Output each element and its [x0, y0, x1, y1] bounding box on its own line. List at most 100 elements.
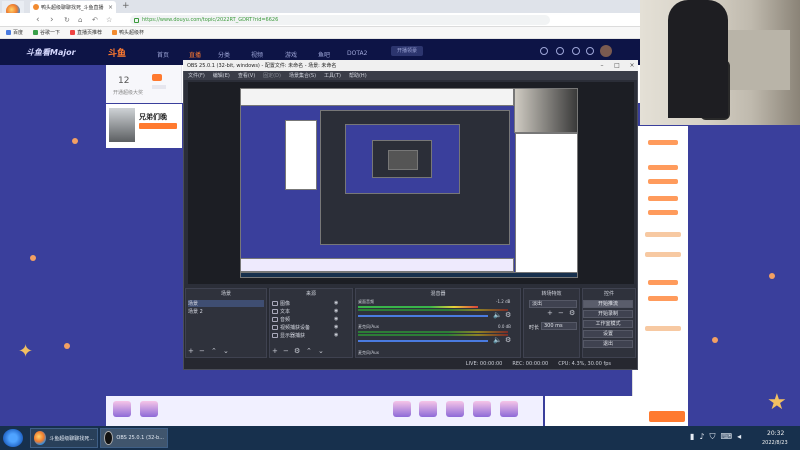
source-item[interactable]: 视频捕获设备: [272, 324, 310, 331]
menu-view[interactable]: 查看(V): [238, 72, 255, 79]
nav-category[interactable]: 分类: [218, 50, 230, 59]
menu-edit[interactable]: 编辑(E): [213, 72, 230, 79]
volume-slider[interactable]: [358, 340, 488, 342]
nav-yuba[interactable]: 鱼吧: [318, 50, 330, 59]
remove-scene-icon[interactable]: −: [199, 347, 205, 355]
taskbar-item-browser[interactable]: 斗鱼超级聊聊找死...: [30, 428, 98, 448]
nav-game[interactable]: 游戏: [285, 50, 297, 59]
url-field[interactable]: https://www.douyu.com/topic/2022RT_GDRT?…: [130, 15, 550, 25]
duration-input[interactable]: 300 ms: [541, 322, 577, 330]
douyu-logo[interactable]: 斗鱼看Major: [26, 47, 76, 58]
visibility-icon[interactable]: ◉: [334, 316, 338, 322]
network-icon[interactable]: ▮: [690, 432, 694, 442]
scene-item[interactable]: 场景: [188, 300, 264, 307]
close-tab-icon[interactable]: ×: [108, 4, 113, 11]
visibility-icon[interactable]: ◉: [334, 300, 338, 306]
volume-slider[interactable]: [358, 315, 488, 317]
add-transition-icon[interactable]: +: [547, 309, 553, 317]
star-icon[interactable]: ☆: [106, 14, 112, 26]
chat-row: [645, 252, 681, 257]
clock-date[interactable]: 2022/8/23: [762, 440, 788, 446]
menu-file[interactable]: 文件(F): [188, 72, 205, 79]
send-button[interactable]: [649, 411, 685, 422]
mixer-settings-icon[interactable]: ⚙: [505, 336, 511, 344]
scene-item[interactable]: 场景 2: [188, 308, 203, 315]
gift-icon[interactable]: [419, 401, 437, 417]
source-item[interactable]: 图像: [272, 300, 290, 307]
transition-select[interactable]: 淡出: [529, 300, 577, 308]
speaker-icon[interactable]: 🔈: [493, 311, 502, 319]
nav-dota2[interactable]: DOTA2: [347, 50, 367, 57]
taskbar-item-obs[interactable]: OBS 25.0.1 (32-b...: [100, 428, 168, 448]
move-up-icon[interactable]: ⌃: [306, 347, 312, 355]
remove-transition-icon[interactable]: −: [558, 309, 564, 317]
new-tab-button[interactable]: +: [122, 1, 132, 12]
gift-icon[interactable]: [500, 401, 518, 417]
source-item[interactable]: 音频: [272, 316, 290, 323]
source-item[interactable]: 显示器捕获: [272, 332, 305, 339]
studio-mode-button[interactable]: 工作室模式: [583, 320, 633, 328]
keyboard-icon[interactable]: ⌨: [721, 432, 733, 442]
reload-icon[interactable]: ↻: [64, 14, 70, 26]
nav-home[interactable]: 首页: [157, 50, 169, 59]
add-source-icon[interactable]: +: [272, 347, 278, 355]
remove-source-icon[interactable]: −: [283, 347, 289, 355]
gift-icon[interactable]: [113, 401, 131, 417]
obs-titlebar[interactable]: OBS 25.0.1 (32-bit, windows) - 配置文件: 未命名…: [183, 60, 638, 71]
speaker-tray-icon[interactable]: ◂: [737, 432, 741, 442]
download-icon[interactable]: [586, 47, 594, 55]
obs-title-text: OBS 25.0.1 (32-bit, windows) - 配置文件: 未命名…: [187, 63, 337, 69]
forward-icon[interactable]: ›: [50, 14, 54, 26]
bookmark-item[interactable]: 直播页推荐: [70, 29, 102, 36]
bookmark-item[interactable]: 谷歌一下: [33, 29, 60, 36]
mixer-settings-icon[interactable]: ⚙: [505, 311, 511, 319]
text-source-icon: [272, 309, 278, 314]
move-down-icon[interactable]: ⌄: [223, 347, 229, 355]
back-icon[interactable]: ‹: [36, 14, 40, 26]
volume-icon[interactable]: ♪: [699, 432, 704, 442]
chat-row: [648, 140, 678, 145]
history-icon[interactable]: [540, 47, 548, 55]
start-streaming-button[interactable]: 开始推流: [583, 300, 633, 308]
gift-icon[interactable]: [446, 401, 464, 417]
clock-time[interactable]: 20:32: [767, 430, 784, 437]
speaker-icon[interactable]: 🔈: [493, 336, 502, 344]
visibility-icon[interactable]: ◉: [334, 324, 338, 330]
settings-button[interactable]: 设置: [583, 330, 633, 338]
chat-row: [648, 179, 678, 184]
open-live-button[interactable]: 开播领豪: [391, 46, 423, 56]
browser-tab-active[interactable]: 鸭头超级聊聊找死_斗鱼直播 ×: [30, 1, 116, 13]
gift-icon[interactable]: [473, 401, 491, 417]
shield-icon[interactable]: ⛉: [710, 432, 716, 442]
start-button-icon[interactable]: [3, 429, 23, 447]
visibility-icon[interactable]: ◉: [334, 332, 338, 338]
menu-help[interactable]: 帮助(H): [349, 72, 367, 79]
menu-scene-collection[interactable]: 场景集合(S): [289, 72, 316, 79]
nav-live[interactable]: 直播: [189, 50, 201, 59]
move-down-icon[interactable]: ⌄: [318, 347, 324, 355]
source-settings-icon[interactable]: ⚙: [294, 347, 300, 355]
follow-icon[interactable]: [556, 47, 564, 55]
nav-video[interactable]: 视频: [251, 50, 263, 59]
gift-icon[interactable]: [140, 401, 158, 417]
home-icon[interactable]: ⌂: [78, 14, 82, 26]
gift-icon[interactable]: [393, 401, 411, 417]
user-avatar[interactable]: [600, 45, 612, 57]
add-scene-icon[interactable]: +: [188, 347, 194, 355]
exit-button[interactable]: 退出: [583, 340, 633, 348]
start-recording-button[interactable]: 开始录制: [583, 310, 633, 318]
bookmark-item[interactable]: 鸭头超级杯: [112, 29, 144, 36]
douyu-logo-mark[interactable]: 斗鱼: [108, 46, 126, 59]
transition-settings-icon[interactable]: ⚙: [569, 309, 575, 317]
bookmark-item[interactable]: 百度: [6, 29, 23, 36]
minimize-icon[interactable]: –: [596, 62, 608, 69]
undo-icon[interactable]: ↶: [92, 14, 98, 26]
menu-dock[interactable]: 固定(D): [263, 72, 281, 79]
message-icon[interactable]: [572, 47, 580, 55]
menu-tools[interactable]: 工具(T): [324, 72, 341, 79]
close-icon[interactable]: ×: [626, 62, 638, 69]
source-item[interactable]: 文本: [272, 308, 290, 315]
move-up-icon[interactable]: ⌃: [211, 347, 217, 355]
maximize-icon[interactable]: □: [611, 62, 623, 69]
visibility-icon[interactable]: ◉: [334, 308, 338, 314]
